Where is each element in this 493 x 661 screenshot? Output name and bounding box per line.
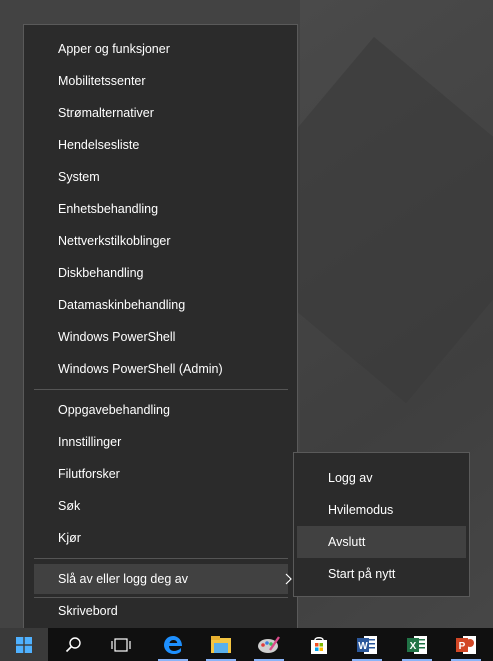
menu-item-run[interactable]: Kjør xyxy=(34,523,288,553)
menu-item-network-connections[interactable]: Nettverkstilkoblinger xyxy=(34,226,288,256)
task-view-button[interactable] xyxy=(98,628,144,661)
menu-item-device-manager[interactable]: Enhetsbehandling xyxy=(34,194,288,224)
submenu-item-sleep[interactable]: Hvilemodus xyxy=(297,494,466,526)
winx-context-menu: Apper og funksjoner Mobilitetssenter Str… xyxy=(23,24,298,634)
menu-item-powershell[interactable]: Windows PowerShell xyxy=(34,322,288,352)
menu-item-event-viewer[interactable]: Hendelsesliste xyxy=(34,130,288,160)
windows-logo-icon xyxy=(16,636,32,653)
menu-item-system[interactable]: System xyxy=(34,162,288,192)
taskbar-app-file-explorer[interactable] xyxy=(198,628,244,661)
start-button[interactable] xyxy=(0,628,48,661)
excel-icon: X xyxy=(407,635,427,654)
submenu-item-sign-out[interactable]: Logg av xyxy=(297,462,466,494)
search-icon xyxy=(65,637,81,653)
menu-item-mobility-center[interactable]: Mobilitetssenter xyxy=(34,66,288,96)
menu-item-shutdown-signout[interactable]: Slå av eller logg deg av xyxy=(34,564,292,594)
svg-text:W: W xyxy=(358,641,368,652)
menu-item-powershell-admin[interactable]: Windows PowerShell (Admin) xyxy=(34,354,288,384)
taskbar-app-edge[interactable] xyxy=(150,628,196,661)
file-explorer-icon xyxy=(211,635,231,653)
taskbar-app-paint[interactable] xyxy=(246,628,292,661)
menu-item-desktop[interactable]: Skrivebord xyxy=(34,596,288,626)
menu-item-file-explorer[interactable]: Filutforsker xyxy=(34,459,288,489)
taskbar: W X P xyxy=(0,628,493,661)
shutdown-submenu: Logg av Hvilemodus Avslutt Start på nytt xyxy=(293,452,470,597)
taskbar-search-button[interactable] xyxy=(50,628,96,661)
menu-item-computer-management[interactable]: Datamaskinbehandling xyxy=(34,290,288,320)
svg-text:P: P xyxy=(459,641,466,652)
menu-separator xyxy=(34,558,288,559)
task-view-icon xyxy=(111,637,131,652)
menu-item-power-options[interactable]: Strømalternativer xyxy=(34,98,288,128)
taskbar-app-powerpoint[interactable]: P xyxy=(443,628,489,661)
menu-item-disk-management[interactable]: Diskbehandling xyxy=(34,258,288,288)
submenu-item-shut-down[interactable]: Avslutt xyxy=(297,526,466,558)
word-icon: W xyxy=(357,635,377,654)
taskbar-app-excel[interactable]: X xyxy=(394,628,440,661)
edge-icon xyxy=(164,635,182,654)
taskbar-app-word[interactable]: W xyxy=(344,628,390,661)
menu-item-search[interactable]: Søk xyxy=(34,491,288,521)
paint-icon xyxy=(258,635,280,653)
menu-item-task-manager[interactable]: Oppgavebehandling xyxy=(34,395,288,425)
menu-item-label: Slå av eller logg deg av xyxy=(58,572,188,586)
submenu-item-restart[interactable]: Start på nytt xyxy=(297,558,466,590)
taskbar-app-store[interactable] xyxy=(296,628,342,661)
menu-item-apps-features[interactable]: Apper og funksjoner xyxy=(34,34,288,64)
powerpoint-icon: P xyxy=(456,635,476,654)
menu-item-settings[interactable]: Innstillinger xyxy=(34,427,288,457)
menu-separator xyxy=(34,389,288,390)
store-icon xyxy=(311,636,327,654)
svg-text:X: X xyxy=(410,641,417,652)
